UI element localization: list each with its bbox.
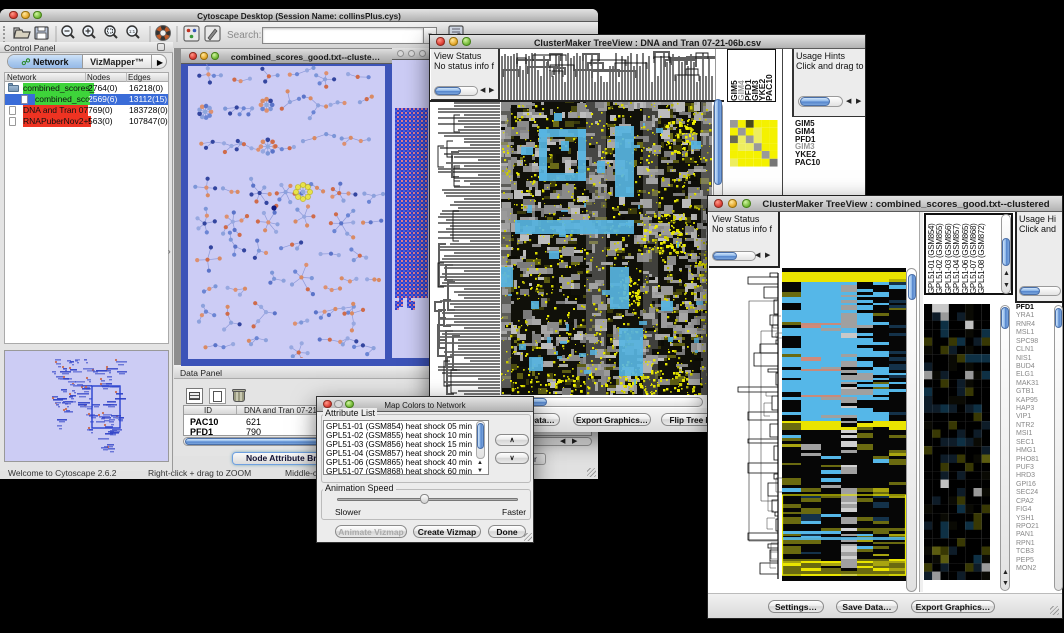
svg-text:1:1: 1:1 bbox=[129, 29, 136, 34]
